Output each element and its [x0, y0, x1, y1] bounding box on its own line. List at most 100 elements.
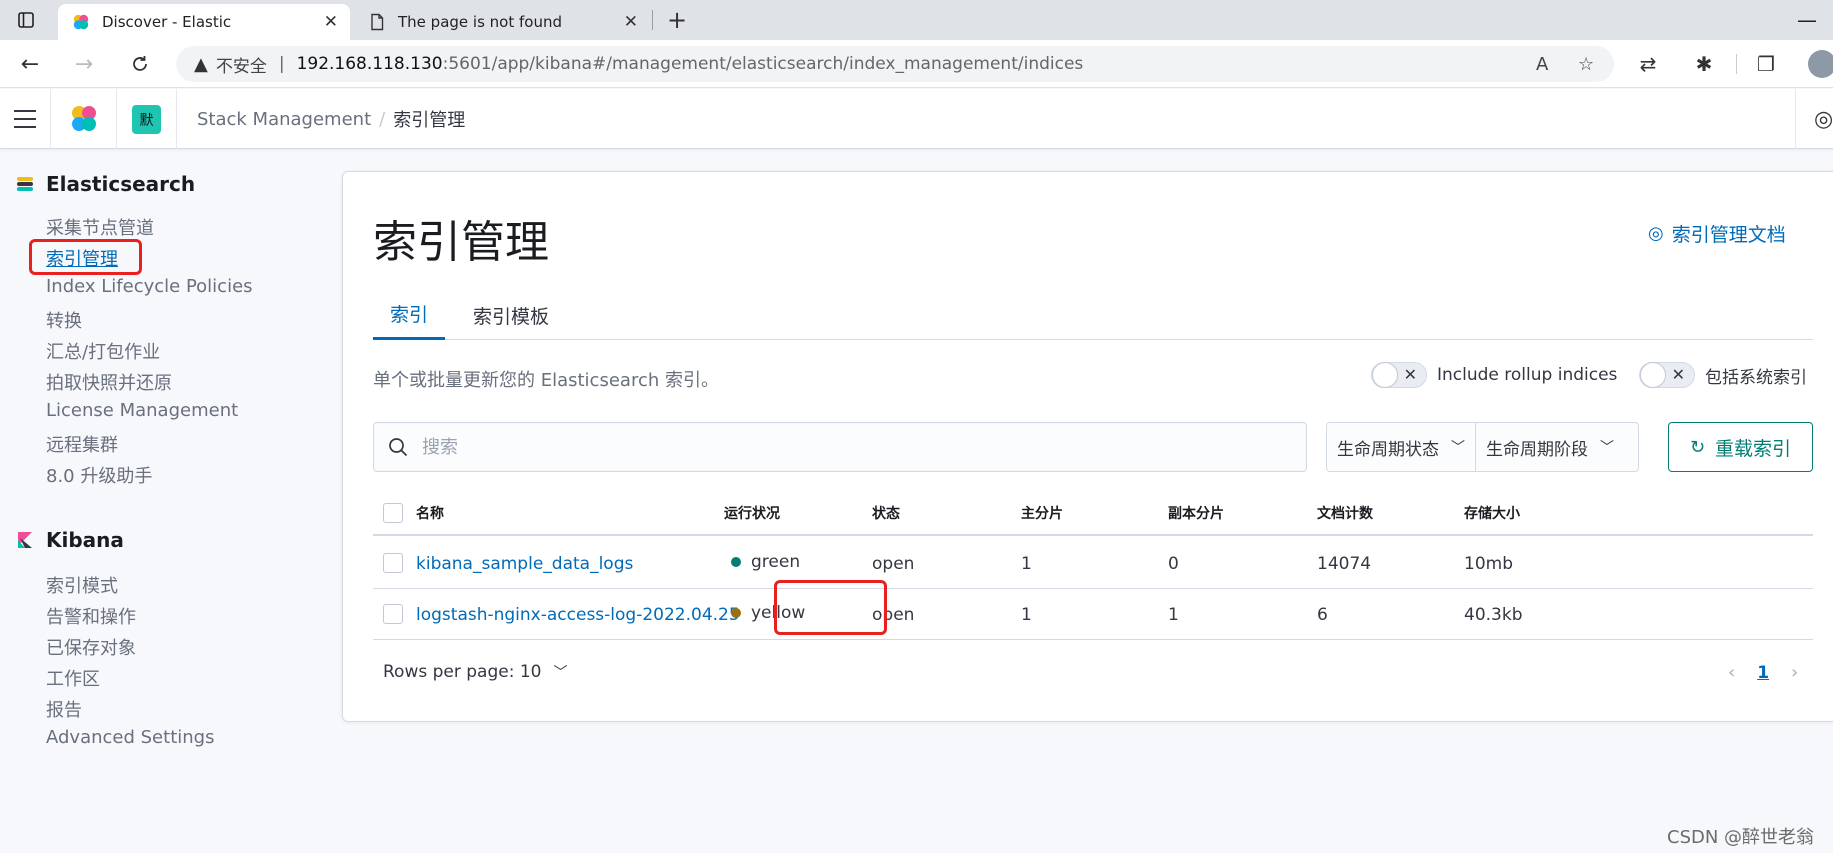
toolbar-divider — [1736, 54, 1737, 74]
previous-page-icon[interactable]: ‹ — [1728, 662, 1735, 683]
table-row: logstash-nginx-access-log-2022.04.25 yel… — [373, 589, 1813, 640]
security-label[interactable]: 不安全 — [216, 52, 267, 77]
menu-icon[interactable] — [12, 107, 38, 131]
header-divider — [50, 89, 51, 149]
page-number-button[interactable]: 1 — [1757, 663, 1769, 683]
breadcrumb: Stack Management / 索引管理 — [197, 89, 465, 149]
close-icon: ✕ — [1403, 365, 1417, 384]
browser-tab-bar: Discover - Elastic ✕ The page is not fou… — [0, 0, 1833, 40]
tab-index-templates[interactable]: 索引模板 — [473, 290, 549, 340]
docs-count-cell: 14074 — [1317, 553, 1372, 574]
header-divider — [1795, 89, 1796, 149]
column-health[interactable]: 运行状况 — [724, 490, 780, 536]
browser-tab-discover[interactable]: Discover - Elastic ✕ — [58, 4, 350, 40]
storage-size-cell: 40.3kb — [1464, 604, 1523, 625]
row-checkbox[interactable] — [383, 604, 403, 624]
search-input[interactable] — [422, 436, 1302, 458]
sidenav-item-advanced-settings[interactable]: Advanced Settings — [46, 727, 214, 748]
sidenav-item-spaces[interactable]: 工作区 — [46, 665, 100, 691]
header-divider — [176, 89, 177, 149]
close-tab-icon[interactable]: ✕ — [624, 12, 638, 32]
help-lifebuoy-icon: ◎ — [1648, 223, 1664, 244]
page-icon — [371, 13, 384, 31]
select-all-checkbox[interactable] — [383, 503, 403, 523]
chevron-down-icon: ﹀ — [1600, 440, 1614, 456]
help-icon[interactable]: ◎ — [1814, 107, 1833, 132]
column-primaries[interactable]: 主分片 — [1021, 490, 1063, 536]
address-bar[interactable]: ▲ 不安全 | 192.168.118.130 :5601/app/kibana… — [176, 46, 1614, 82]
tab-indices[interactable]: 索引 — [373, 290, 445, 340]
sidenav-item-index-patterns[interactable]: 索引模式 — [46, 572, 118, 598]
refresh-icon: ↻ — [1689, 436, 1706, 458]
rows-per-page-selector[interactable]: Rows per page: 10 ﹀ — [383, 662, 567, 682]
sidenav-item-upgrade-assistant[interactable]: 8.0 升级助手 — [46, 462, 152, 488]
tab-title: Discover - Elastic — [102, 13, 232, 31]
docs-count-cell: 6 — [1317, 604, 1328, 625]
profile-avatar[interactable] — [1808, 50, 1833, 78]
sidenav-item-alerts-actions[interactable]: 告警和操作 — [46, 603, 136, 629]
sidenav-item-reporting[interactable]: 报告 — [46, 696, 82, 722]
index-management-docs-link[interactable]: ◎ 索引管理文档 — [1648, 220, 1786, 247]
index-management-panel: 索引管理 ◎ 索引管理文档 索引 索引模板 单个或批量更新您的 Elastics… — [342, 171, 1833, 722]
column-replicas[interactable]: 副本分片 — [1168, 490, 1224, 536]
elastic-logo-icon[interactable] — [68, 103, 100, 135]
tab-actions-icon[interactable] — [0, 0, 52, 40]
column-docs-count[interactable]: 文档计数 — [1317, 490, 1373, 536]
column-storage-size[interactable]: 存储大小 — [1464, 490, 1520, 536]
index-tabs: 索引 索引模板 — [373, 290, 1813, 340]
close-tab-icon[interactable]: ✕ — [324, 12, 338, 32]
elasticsearch-icon — [17, 177, 33, 191]
sidenav-item-transforms[interactable]: 转换 — [46, 307, 82, 333]
translate-icon[interactable]: ⇄ — [1628, 40, 1668, 88]
health-dot-icon — [731, 607, 741, 618]
replicas-cell: 0 — [1168, 553, 1179, 574]
next-page-icon[interactable]: › — [1791, 662, 1798, 683]
lifecycle-phase-filter[interactable]: 生命周期阶段 ﹀ — [1475, 423, 1624, 471]
sidenav-item-remote-clusters[interactable]: 远程集群 — [46, 431, 118, 457]
index-search-box[interactable] — [373, 422, 1307, 472]
minimize-icon[interactable]: — — [1781, 0, 1833, 40]
page-description: 单个或批量更新您的 Elasticsearch 索引。 — [373, 370, 719, 391]
reload-indices-button[interactable]: ↻ 重载索引 — [1668, 422, 1813, 472]
toggle-switch[interactable]: ✕ — [1639, 362, 1695, 388]
highlight-box-yellow-health — [774, 580, 887, 635]
forward-icon[interactable]: → — [64, 40, 104, 88]
column-name[interactable]: 名称 — [416, 490, 444, 536]
extensions-icon[interactable]: ✱ — [1684, 40, 1724, 88]
column-status[interactable]: 状态 — [872, 490, 900, 536]
index-name-link[interactable]: kibana_sample_data_logs — [416, 554, 633, 574]
browser-tab-not-found[interactable]: The page is not found ✕ — [354, 4, 650, 40]
warning-icon[interactable]: ▲ — [194, 54, 208, 75]
sidenav-item-ilm-policies[interactable]: Index Lifecycle Policies — [46, 276, 253, 297]
include-system-indices-toggle[interactable]: ✕ 包括系统索引 — [1639, 362, 1807, 388]
toggle-switch[interactable]: ✕ — [1371, 362, 1427, 388]
sidenav-item-license-management[interactable]: License Management — [46, 400, 238, 421]
breadcrumb-stack-management[interactable]: Stack Management — [197, 109, 371, 130]
tab-title: The page is not found — [398, 13, 562, 31]
read-aloud-icon[interactable]: A — [1536, 46, 1548, 82]
elastic-favicon-icon — [73, 14, 89, 30]
space-avatar[interactable]: 默 — [132, 105, 161, 134]
back-icon[interactable]: ← — [10, 40, 50, 88]
sidenav-item-saved-objects[interactable]: 已保存对象 — [46, 634, 136, 660]
close-icon: ✕ — [1671, 365, 1685, 384]
include-rollup-toggle[interactable]: ✕ Include rollup indices — [1371, 362, 1617, 388]
collections-icon[interactable]: ❐ — [1746, 40, 1786, 88]
browser-toolbar: ← → ▲ 不安全 | 192.168.118.130 :5601/app/ki… — [0, 40, 1833, 88]
lifecycle-status-filter[interactable]: 生命周期状态 ﹀ — [1327, 423, 1475, 471]
breadcrumb-separator: / — [379, 108, 386, 130]
sidenav-group-elasticsearch: Elasticsearch — [16, 172, 195, 196]
url-path: :5601/app/kibana#/management/elasticsear… — [442, 54, 1084, 74]
favorite-star-icon[interactable]: ☆ — [1578, 46, 1594, 82]
sidenav-item-rollup-jobs[interactable]: 汇总/打包作业 — [46, 338, 160, 364]
sidenav-item-snapshot-restore[interactable]: 拍取快照并还原 — [46, 369, 172, 395]
sidenav-item-ingest-pipelines[interactable]: 采集节点管道 — [46, 214, 154, 240]
watermark: CSDN @醉世老翁 — [1667, 827, 1815, 848]
refresh-icon[interactable] — [120, 40, 160, 88]
url-host: 192.168.118.130 — [296, 54, 443, 74]
index-name-link[interactable]: logstash-nginx-access-log-2022.04.25 — [416, 605, 740, 625]
tab-divider — [652, 10, 653, 30]
row-checkbox[interactable] — [383, 553, 403, 573]
new-tab-icon[interactable]: + — [662, 0, 692, 40]
primaries-cell: 1 — [1021, 553, 1032, 574]
